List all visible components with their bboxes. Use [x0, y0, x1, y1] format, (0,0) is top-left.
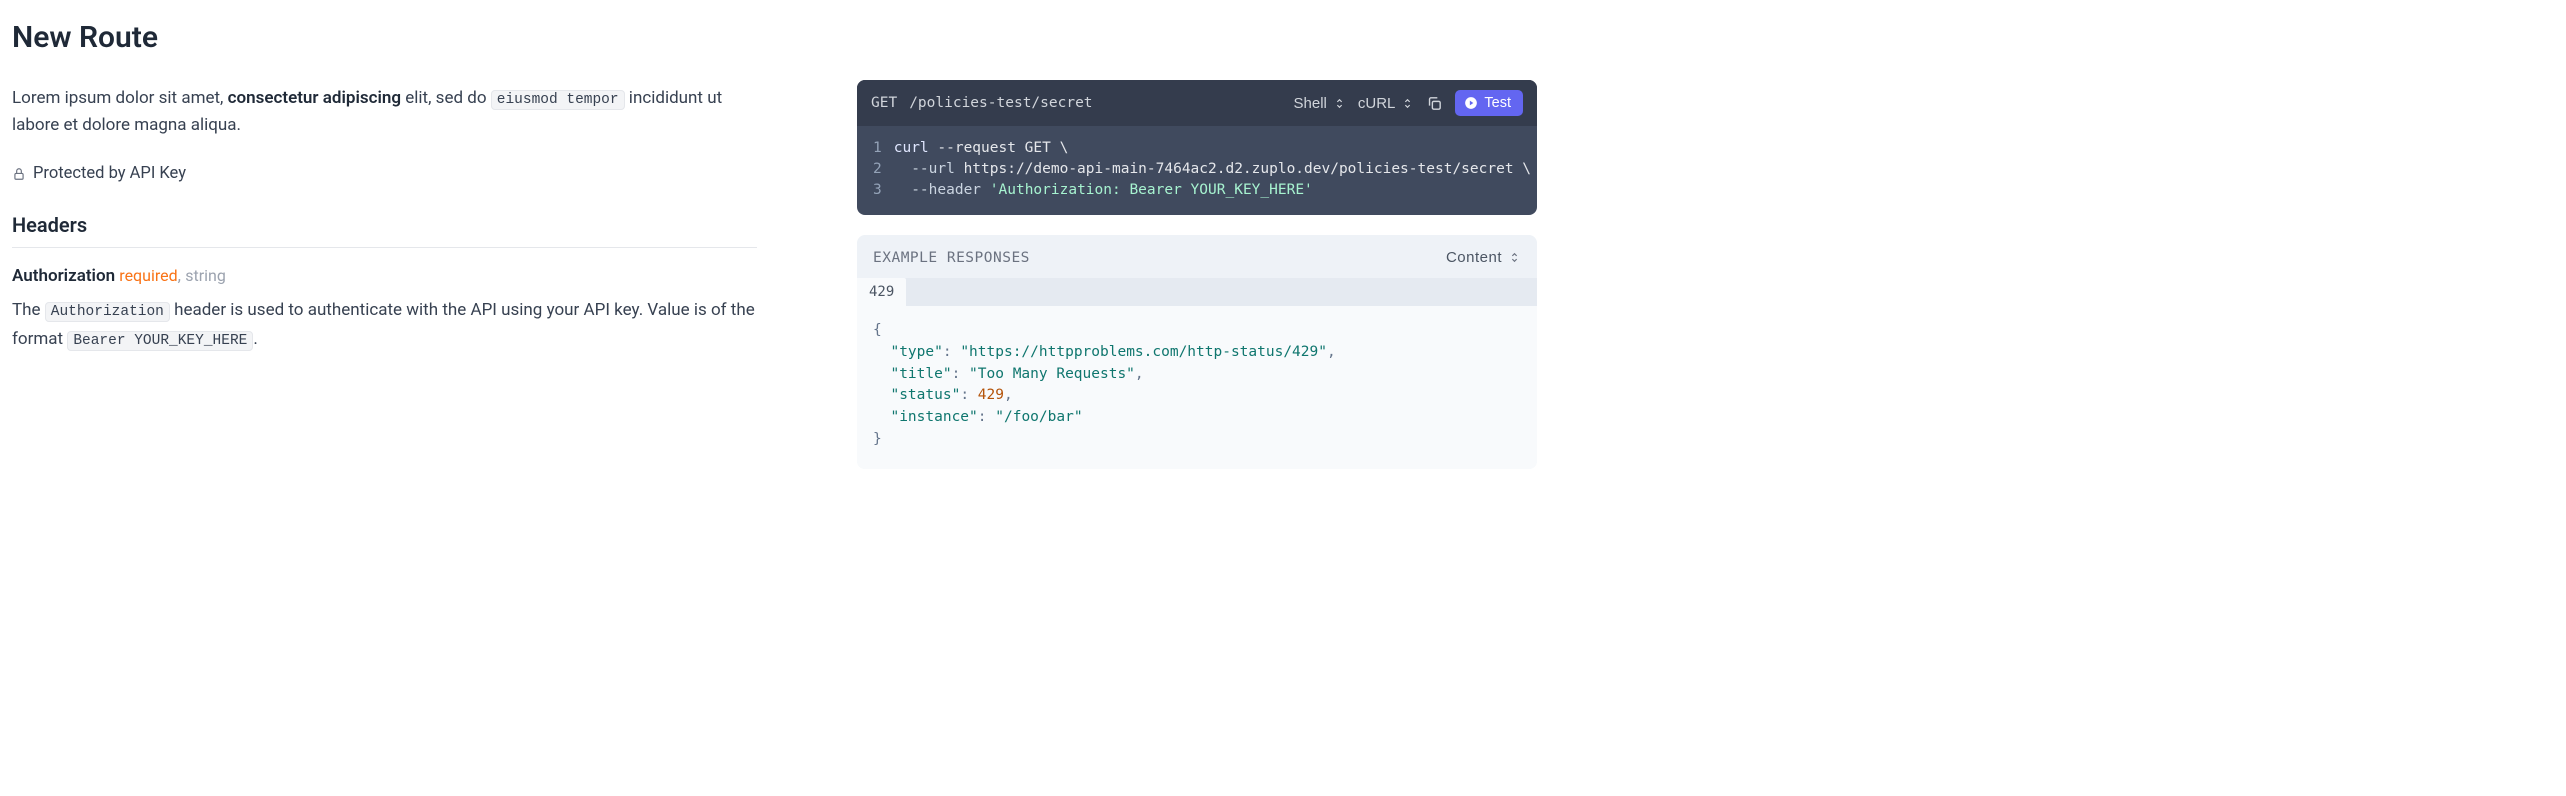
chevron-updown-icon	[1508, 251, 1521, 264]
response-body[interactable]: { "type": "https://httpproblems.com/http…	[857, 306, 1537, 469]
play-icon	[1464, 96, 1478, 110]
header-item: Authorization required, string	[12, 266, 757, 286]
desc-text: .	[253, 329, 257, 349]
protected-notice: Protected by API Key	[12, 164, 757, 183]
lock-icon	[12, 167, 26, 181]
copy-button[interactable]	[1426, 95, 1443, 112]
response-title: EXAMPLE RESPONSES	[873, 250, 1030, 266]
response-panel: EXAMPLE RESPONSES Content 429 { "type": …	[857, 235, 1537, 469]
http-method: GET	[871, 95, 897, 111]
request-panel: GET /policies-test/secret Shell cURL Tes…	[857, 80, 1537, 215]
test-button[interactable]: Test	[1455, 90, 1523, 116]
code-block: 123 curl --request GET \ --url https://d…	[857, 126, 1537, 215]
code-content[interactable]: curl --request GET \ --url https://demo-…	[894, 138, 1531, 201]
chevron-updown-icon	[1333, 97, 1346, 110]
tab-429[interactable]: 429	[857, 278, 906, 306]
intro-paragraph: Lorem ipsum dolor sit amet, consectetur …	[12, 85, 757, 139]
header-name: Authorization	[12, 266, 115, 286]
tool-label: cURL	[1358, 95, 1396, 112]
response-tabs: 429	[857, 278, 1537, 306]
intro-text: Lorem ipsum dolor sit amet,	[12, 88, 228, 108]
content-label: Content	[1446, 249, 1502, 266]
test-button-label: Test	[1484, 95, 1511, 111]
line-numbers: 123	[857, 138, 894, 201]
desc-inline-code: Bearer YOUR_KEY_HERE	[67, 331, 253, 351]
response-header-bar: EXAMPLE RESPONSES Content	[857, 235, 1537, 278]
divider	[12, 247, 757, 248]
copy-icon	[1426, 95, 1443, 112]
tool-selector[interactable]: cURL	[1358, 95, 1415, 112]
desc-inline-code: Authorization	[45, 302, 170, 322]
language-label: Shell	[1294, 95, 1327, 112]
content-selector[interactable]: Content	[1446, 249, 1521, 266]
header-description: The Authorization header is used to auth…	[12, 296, 757, 354]
header-type: string	[185, 266, 226, 285]
desc-text: The	[12, 300, 45, 320]
request-header-bar: GET /policies-test/secret Shell cURL Tes…	[857, 80, 1537, 126]
request-path: /policies-test/secret	[909, 95, 1281, 111]
intro-bold: consectetur adipiscing	[228, 88, 401, 108]
headers-heading: Headers	[12, 213, 757, 237]
intro-text: elit, sed do	[401, 88, 491, 108]
intro-inline-code: eiusmod tempor	[491, 90, 625, 110]
language-selector[interactable]: Shell	[1294, 95, 1346, 112]
protected-label: Protected by API Key	[33, 164, 186, 183]
chevron-updown-icon	[1401, 97, 1414, 110]
separator: ,	[178, 266, 181, 286]
page-title: New Route	[12, 20, 757, 55]
required-badge: required	[119, 266, 177, 285]
